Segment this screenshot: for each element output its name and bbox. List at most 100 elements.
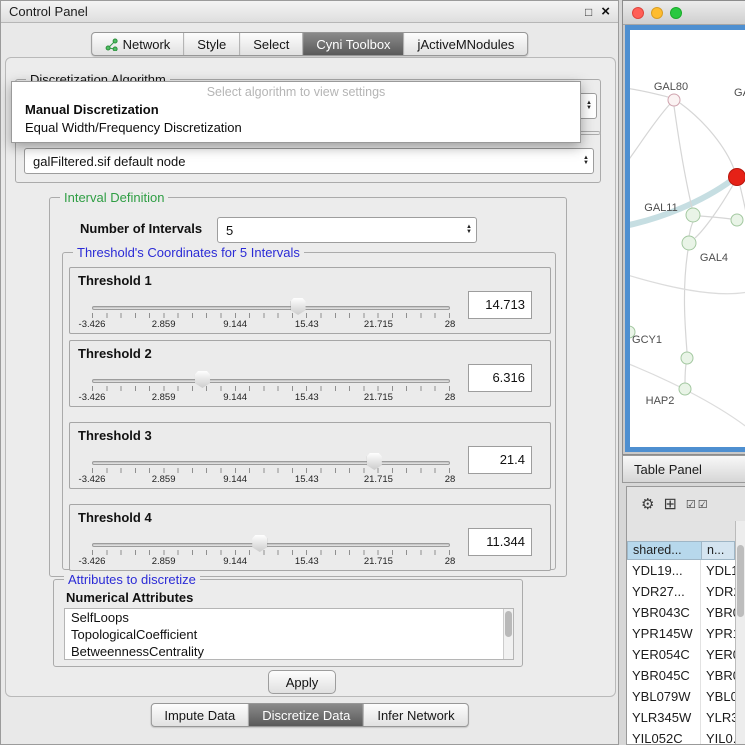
- attributes-scrollbar[interactable]: [503, 609, 513, 659]
- table-cell[interactable]: YER0...: [701, 644, 735, 665]
- table-cell[interactable]: YPR145W: [627, 623, 701, 644]
- table-cell[interactable]: YIL052C: [627, 728, 701, 744]
- network-edge[interactable]: [684, 250, 688, 352]
- zoom-traffic-light[interactable]: [670, 7, 682, 19]
- select-columns-icon[interactable]: ☑☑: [686, 498, 710, 511]
- table-cell[interactable]: YLR3...: [701, 707, 735, 728]
- threshold-1-slider[interactable]: -3.4262.8599.14415.4321.71528: [92, 296, 450, 334]
- close-traffic-light[interactable]: [632, 7, 644, 19]
- tab-infer-network[interactable]: Infer Network: [364, 704, 467, 726]
- column-header-shared-name[interactable]: shared...: [627, 541, 701, 560]
- network-node-label: GAL4: [700, 252, 728, 264]
- network-edge[interactable]: [680, 103, 734, 169]
- table-cell[interactable]: YDR27...: [627, 581, 701, 602]
- table-row[interactable]: YLR345WYLR3...: [627, 707, 735, 728]
- tab-network[interactable]: Network: [92, 33, 185, 55]
- table-row[interactable]: YPR145WYPR1...: [627, 623, 735, 644]
- network-node[interactable]: [729, 169, 745, 186]
- scrollbar-thumb[interactable]: [505, 611, 512, 637]
- threshold-2-slider[interactable]: -3.4262.8599.14415.4321.71528: [92, 369, 450, 407]
- network-edge[interactable]: [674, 106, 692, 208]
- table-body: YDL19...YDL1...YDR27...YDR2...YBR043CYBR…: [627, 560, 735, 744]
- num-intervals-combo[interactable]: 5 ▲▼: [217, 217, 477, 243]
- network-node[interactable]: [731, 214, 743, 226]
- network-node-label: GAL80: [654, 81, 688, 93]
- dropdown-option-manual-discretization[interactable]: Manual Discretization: [12, 101, 580, 119]
- table-cell[interactable]: YDL19...: [627, 560, 701, 581]
- gear-icon[interactable]: ⚙: [641, 495, 654, 513]
- table-cell[interactable]: YBR045C: [627, 665, 701, 686]
- network-edge[interactable]: [700, 216, 731, 219]
- slider-ticks: [92, 386, 450, 391]
- bottom-tab-bar: Impute Data Discretize Data Infer Networ…: [150, 703, 468, 727]
- threshold-3-value[interactable]: 21.4: [468, 446, 532, 474]
- column-header-name[interactable]: n...: [701, 541, 735, 560]
- numerical-attributes-list[interactable]: SelfLoopsTopologicalCoefficientBetweenne…: [64, 608, 514, 660]
- slider-track[interactable]: [92, 461, 450, 465]
- table-header-row: shared... n...: [627, 541, 735, 560]
- network-node[interactable]: [679, 383, 691, 395]
- scrollbar-thumb[interactable]: [737, 545, 744, 617]
- network-edge[interactable]: [689, 222, 693, 236]
- threshold-4-value[interactable]: 11.344: [468, 528, 532, 556]
- table-cell[interactable]: YPR1...: [701, 623, 735, 644]
- threshold-1-value[interactable]: 14.713: [468, 291, 532, 319]
- attributes-to-discretize-group: Attributes to discretize Numerical Attri…: [53, 579, 523, 667]
- tab-impute-data[interactable]: Impute Data: [151, 704, 249, 726]
- tab-cyni-toolbox[interactable]: Cyni Toolbox: [303, 33, 404, 55]
- table-row[interactable]: YDR27...YDR2...: [627, 581, 735, 602]
- window-buttons: □ ×: [585, 5, 610, 19]
- network-node[interactable]: [682, 236, 696, 250]
- table-cell[interactable]: YIL0...: [701, 728, 735, 744]
- threshold-4-panel: Threshold 4 -3.4262.8599.14415.4321.7152…: [69, 504, 551, 571]
- table-cell[interactable]: YER054C: [627, 644, 701, 665]
- table-cell[interactable]: YBL079W: [627, 686, 701, 707]
- network-edge[interactable]: [630, 104, 670, 166]
- table-row[interactable]: YBR043CYBR0...: [627, 602, 735, 623]
- tab-style[interactable]: Style: [184, 33, 240, 55]
- table-cell[interactable]: YBR0...: [701, 665, 735, 686]
- tab-discretize-data[interactable]: Discretize Data: [249, 704, 364, 726]
- slider-track[interactable]: [92, 379, 450, 383]
- threshold-4-slider[interactable]: -3.4262.8599.14415.4321.71528: [92, 533, 450, 571]
- network-edge[interactable]: [685, 364, 686, 383]
- table-cell[interactable]: YDL1...: [701, 560, 735, 581]
- table-row[interactable]: YER054CYER0...: [627, 644, 735, 665]
- table-row[interactable]: YDL19...YDL1...: [627, 560, 735, 581]
- attribute-list-item[interactable]: TopologicalCoefficient: [65, 626, 513, 643]
- network-node[interactable]: [681, 352, 693, 364]
- tab-select[interactable]: Select: [240, 33, 303, 55]
- network-node[interactable]: [668, 94, 680, 106]
- table-scrollbar[interactable]: [735, 521, 745, 744]
- network-canvas[interactable]: GAL80GAGAL11GAL4GCY1HAP2: [630, 30, 745, 447]
- float-window-icon[interactable]: □: [585, 6, 592, 18]
- network-edge[interactable]: [630, 274, 745, 294]
- numerical-attributes-label: Numerical Attributes: [66, 590, 193, 605]
- slider-tick-label: 28: [445, 392, 456, 403]
- table-data-combo[interactable]: galFiltered.sif default node ▲▼: [24, 148, 594, 174]
- tab-jactivemnodules[interactable]: jActiveMNodules: [405, 33, 528, 55]
- table-cell[interactable]: YBL0...: [701, 686, 735, 707]
- table-cell[interactable]: YLR345W: [627, 707, 701, 728]
- attribute-list-item[interactable]: BetweennessCentrality: [65, 643, 513, 660]
- table-cell[interactable]: YBR0...: [701, 602, 735, 623]
- columns-icon[interactable]: ⊞: [663, 494, 676, 514]
- threshold-2-value[interactable]: 6.316: [468, 364, 532, 392]
- slider-tick-label: 15.43: [295, 556, 319, 567]
- threshold-3-slider[interactable]: -3.4262.8599.14415.4321.71528: [92, 451, 450, 489]
- dropdown-option-equal-width-frequency[interactable]: Equal Width/Frequency Discretization: [12, 119, 580, 137]
- table-row[interactable]: YBR045CYBR0...: [627, 665, 735, 686]
- table-cell[interactable]: YDR2...: [701, 581, 735, 602]
- slider-track[interactable]: [92, 306, 450, 310]
- slider-track[interactable]: [92, 543, 450, 547]
- table-cell[interactable]: YBR043C: [627, 602, 701, 623]
- close-icon[interactable]: ×: [601, 5, 610, 19]
- minimize-traffic-light[interactable]: [651, 7, 663, 19]
- attribute-list-item[interactable]: SelfLoops: [65, 609, 513, 626]
- table-row[interactable]: YBL079WYBL0...: [627, 686, 735, 707]
- apply-button[interactable]: Apply: [268, 670, 336, 694]
- network-node[interactable]: [686, 208, 700, 222]
- control-panel-window: Control Panel □ × Network Style Select C…: [0, 0, 619, 745]
- slider-scale: -3.4262.8599.14415.4321.71528: [92, 556, 450, 568]
- table-row[interactable]: YIL052CYIL0...: [627, 728, 735, 744]
